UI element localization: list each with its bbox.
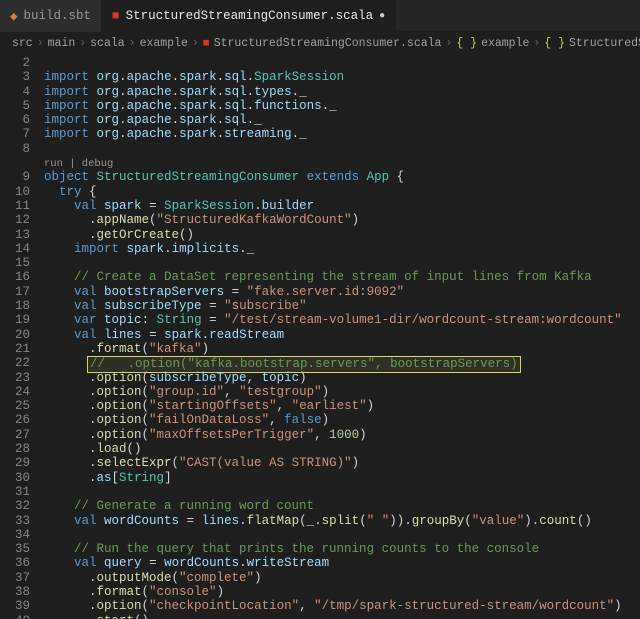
line-number-gutter: 2345678910111213141516171819202122232425…	[0, 54, 44, 619]
chevron-right-icon: ›	[79, 37, 86, 50]
code-line[interactable]: import org.apache.spark.streaming._	[44, 127, 640, 141]
code-line[interactable]	[44, 256, 640, 270]
codelens-run-debug[interactable]: run | debug	[44, 158, 113, 170]
file-icon: ◆	[10, 8, 18, 24]
code-line[interactable]: // .option("kafka.bootstrap.servers", bo…	[44, 356, 640, 370]
dirty-indicator-icon: ●	[379, 11, 385, 22]
code-line[interactable]: object StructuredStreamingConsumer exten…	[44, 170, 640, 184]
braces-icon: { }	[544, 37, 565, 50]
tab-label: StructuredStreamingConsumer.scala	[126, 9, 374, 23]
code-line[interactable]: .appName("StructuredKafkaWordCount")	[44, 213, 640, 227]
tab-label: build.sbt	[24, 9, 92, 23]
tab-build-sbt[interactable]: ◆ build.sbt	[0, 0, 102, 32]
code-line[interactable]: import org.apache.spark.sql._	[44, 113, 640, 127]
code-line[interactable]: .format("kafka")	[44, 342, 640, 356]
breadcrumb-item[interactable]: StructuredStreamingConsumer.scala	[214, 37, 442, 50]
code-line[interactable]: val bootstrapServers = "fake.server.id:9…	[44, 285, 640, 299]
breadcrumb-item[interactable]: main	[48, 37, 76, 50]
code-line[interactable]	[44, 485, 640, 499]
code-line[interactable]: .option("group.id", "testgroup")	[44, 385, 640, 399]
code-line[interactable]: val wordCounts = lines.flatMap(_.split("…	[44, 514, 640, 528]
code-line[interactable]: val subscribeType = "subscribe"	[44, 299, 640, 313]
scala-file-icon: ■	[112, 9, 120, 23]
code-line[interactable]: // Create a DataSet representing the str…	[44, 270, 640, 284]
code-line[interactable]: var topic: String = "/test/stream-volume…	[44, 313, 640, 327]
editor-tabs: ◆ build.sbt ■ StructuredStreamingConsume…	[0, 0, 640, 32]
code-line[interactable]: .option("maxOffsetsPerTrigger", 1000)	[44, 428, 640, 442]
code-line[interactable]: .outputMode("complete")	[44, 571, 640, 585]
chevron-right-icon: ›	[445, 37, 452, 50]
breadcrumb-item[interactable]: example	[481, 37, 529, 50]
code-line[interactable]: .load()	[44, 442, 640, 456]
code-line[interactable]: .getOrCreate()	[44, 228, 640, 242]
breadcrumb-item[interactable]: scala	[90, 37, 125, 50]
breadcrumb-item[interactable]: example	[140, 37, 188, 50]
chevron-right-icon: ›	[533, 37, 540, 50]
code-line[interactable]: val query = wordCounts.writeStream	[44, 556, 640, 570]
code-line[interactable]: import org.apache.spark.sql.functions._	[44, 99, 640, 113]
breadcrumb-item[interactable]: src	[12, 37, 33, 50]
code-line[interactable]: .option("checkpointLocation", "/tmp/spar…	[44, 599, 640, 613]
scala-file-icon: ■	[203, 37, 210, 50]
code-line[interactable]: .format("console")	[44, 585, 640, 599]
code-line[interactable]: .as[String]	[44, 471, 640, 485]
code-line[interactable]	[44, 142, 640, 156]
code-line[interactable]: .start()	[44, 614, 640, 619]
code-line[interactable]: .selectExpr("CAST(value AS STRING)")	[44, 456, 640, 470]
chevron-right-icon: ›	[192, 37, 199, 50]
tab-structured-streaming-consumer[interactable]: ■ StructuredStreamingConsumer.scala ●	[102, 0, 396, 32]
code-line[interactable]	[44, 56, 640, 70]
code-line[interactable]: val spark = SparkSession.builder	[44, 199, 640, 213]
code-line[interactable]: .option(subscribeType, topic)	[44, 371, 640, 385]
chevron-right-icon: ›	[37, 37, 44, 50]
code-line[interactable]: .option("startingOffsets", "earliest")	[44, 399, 640, 413]
code-line[interactable]: import org.apache.spark.sql.SparkSession	[44, 70, 640, 84]
code-line[interactable]: .option("failOnDataLoss", false)	[44, 413, 640, 427]
code-line[interactable]: // Generate a running word count	[44, 499, 640, 513]
code-line[interactable]: // Run the query that prints the running…	[44, 542, 640, 556]
code-content[interactable]: import org.apache.spark.sql.SparkSession…	[44, 54, 640, 619]
code-editor[interactable]: 2345678910111213141516171819202122232425…	[0, 54, 640, 619]
code-line[interactable]: try {	[44, 185, 640, 199]
chevron-right-icon: ›	[129, 37, 136, 50]
braces-icon: { }	[456, 37, 477, 50]
code-line[interactable]: import spark.implicits._	[44, 242, 640, 256]
breadcrumb-item[interactable]: StructuredStreamingConsumer	[569, 37, 640, 50]
breadcrumb[interactable]: src › main › scala › example › ■ Structu…	[0, 32, 640, 54]
code-line[interactable]: val lines = spark.readStream	[44, 328, 640, 342]
code-line[interactable]	[44, 528, 640, 542]
code-line[interactable]: import org.apache.spark.sql.types._	[44, 85, 640, 99]
